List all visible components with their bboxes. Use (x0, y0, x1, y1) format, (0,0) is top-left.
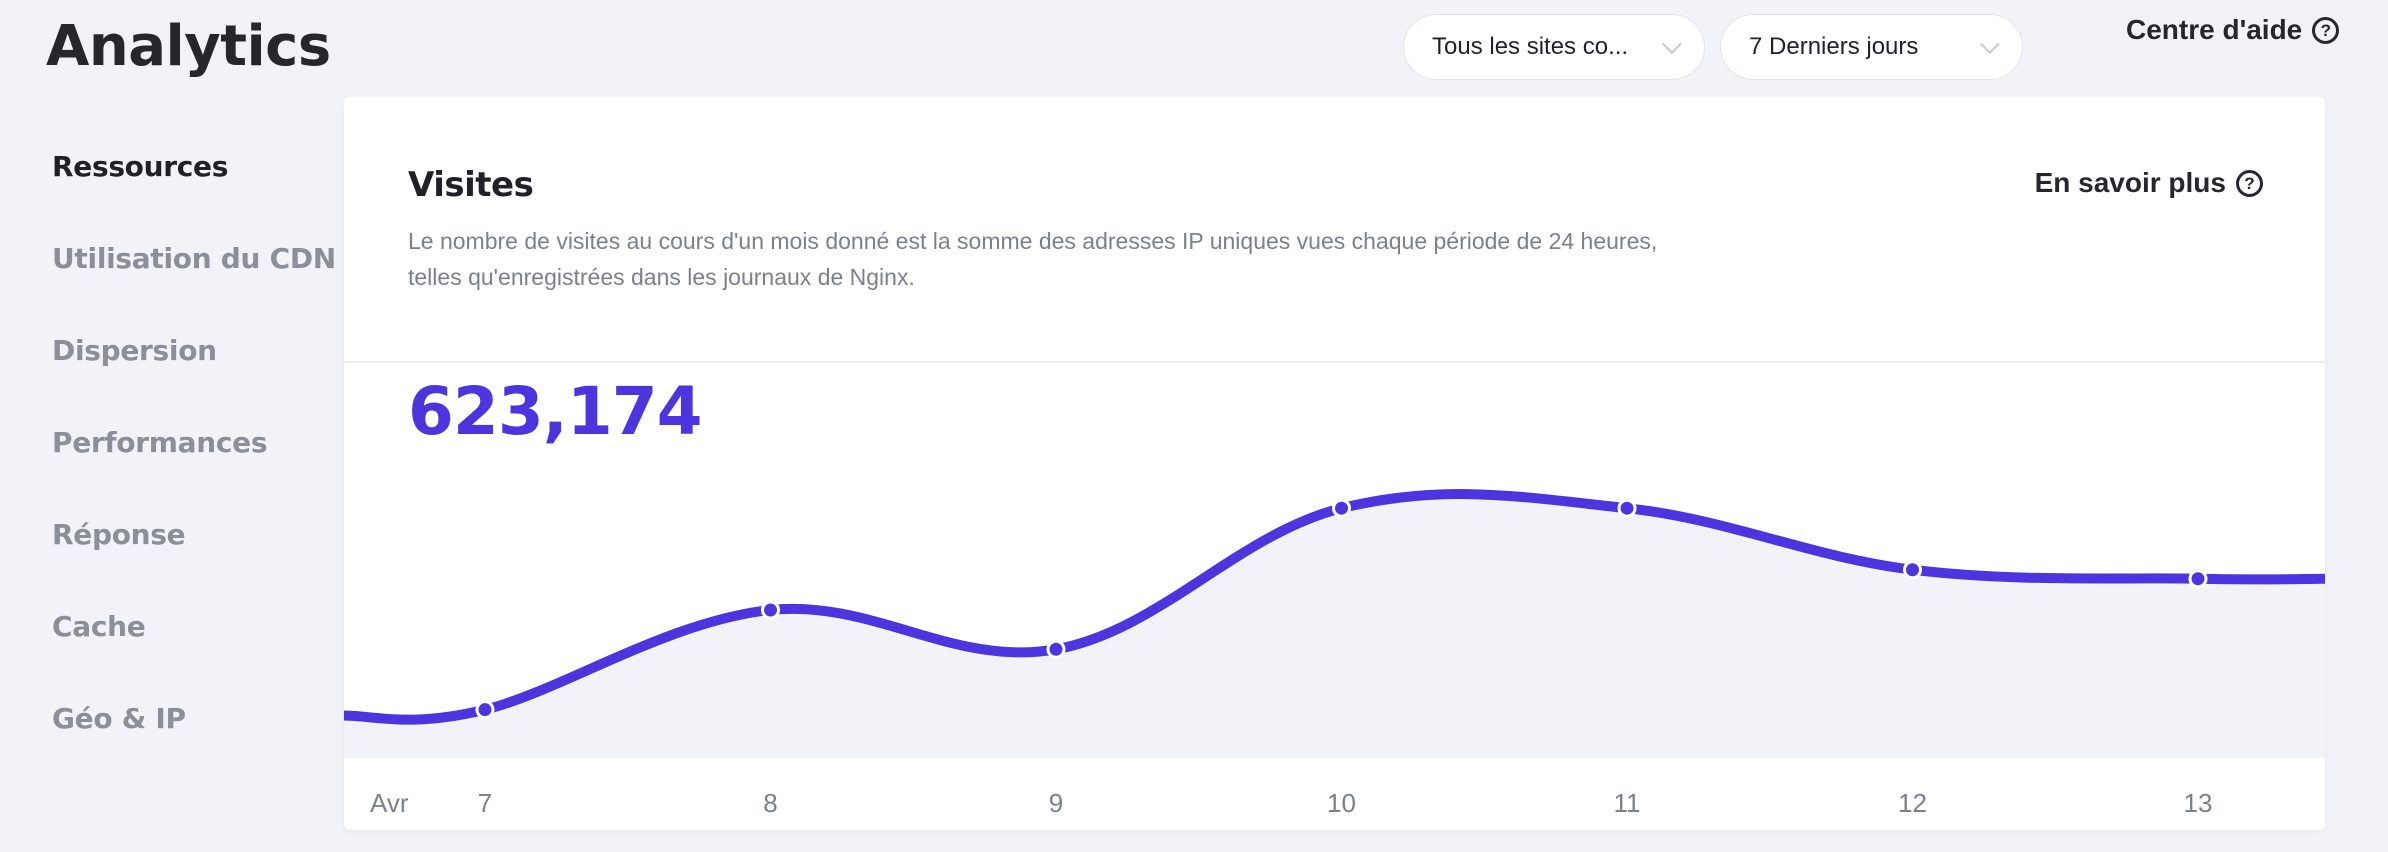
site-filter-dropdown[interactable]: Tous les sites co... (1403, 14, 1705, 80)
x-tick-label: 13 (2184, 788, 2213, 818)
question-circle-icon: ? (2312, 16, 2340, 44)
sidebar-item-reponse[interactable]: Réponse (52, 518, 336, 610)
help-center-link[interactable]: Centre d'aide ? (2126, 14, 2340, 46)
data-point-8[interactable] (761, 600, 780, 620)
visits-card: Avr 7 8 9 10 11 12 13 Visites Le nombre de visi… (344, 97, 2325, 830)
question-circle-icon: ? (2236, 169, 2263, 197)
learn-more-link[interactable]: En savoir plus ? (2035, 167, 2263, 199)
sidebar-item-performances[interactable]: Performances (52, 426, 336, 518)
period-filter-value: 7 Derniers jours (1749, 33, 1919, 60)
chevron-down-icon (1661, 34, 1682, 55)
sidebar-item-ressources[interactable]: Ressources (52, 150, 336, 242)
help-center-label: Centre d'aide (2126, 14, 2303, 45)
sidebar-nav: Ressources Utilisation du CDN Dispersion… (52, 150, 336, 794)
chart-area-fill (344, 494, 2325, 758)
data-point-12[interactable] (1903, 560, 1922, 580)
visits-chart: Avr 7 8 9 10 11 12 13 (344, 489, 2325, 818)
sidebar-item-cdn-usage[interactable]: Utilisation du CDN (52, 242, 336, 334)
card-description: Le nombre de visites au cours d'un mois … (408, 228, 1658, 290)
x-tick-label: 10 (1327, 788, 1356, 818)
data-point-7[interactable] (475, 700, 495, 720)
sidebar-item-dispersion[interactable]: Dispersion (52, 334, 336, 426)
learn-more-label: En savoir plus (2034, 167, 2226, 198)
x-tick-label: 7 (478, 788, 492, 818)
chevron-down-icon (1979, 34, 2000, 55)
x-tick-label: 11 (1614, 788, 1641, 818)
app-title: Analytics (46, 14, 331, 79)
card-title: Visites (408, 165, 534, 205)
data-point-9[interactable] (1046, 639, 1066, 659)
site-filter-value: Tous les sites co... (1432, 33, 1629, 60)
x-tick-label: 8 (763, 788, 777, 818)
sidebar-item-geo-ip[interactable]: Géo & IP (52, 702, 336, 794)
data-point-13[interactable] (2188, 569, 2208, 589)
data-point-11[interactable] (1617, 498, 1637, 518)
data-point-10[interactable] (1332, 498, 1351, 518)
card-divider (344, 361, 2325, 363)
total-visits: 623,174 (408, 373, 703, 450)
x-tick-label: 9 (1049, 788, 1063, 818)
x-axis-month-label: Avr (370, 788, 409, 818)
period-filter-dropdown[interactable]: 7 Derniers jours (1720, 14, 2023, 80)
sidebar-item-cache[interactable]: Cache (52, 610, 336, 702)
x-tick-label: 12 (1898, 788, 1927, 818)
